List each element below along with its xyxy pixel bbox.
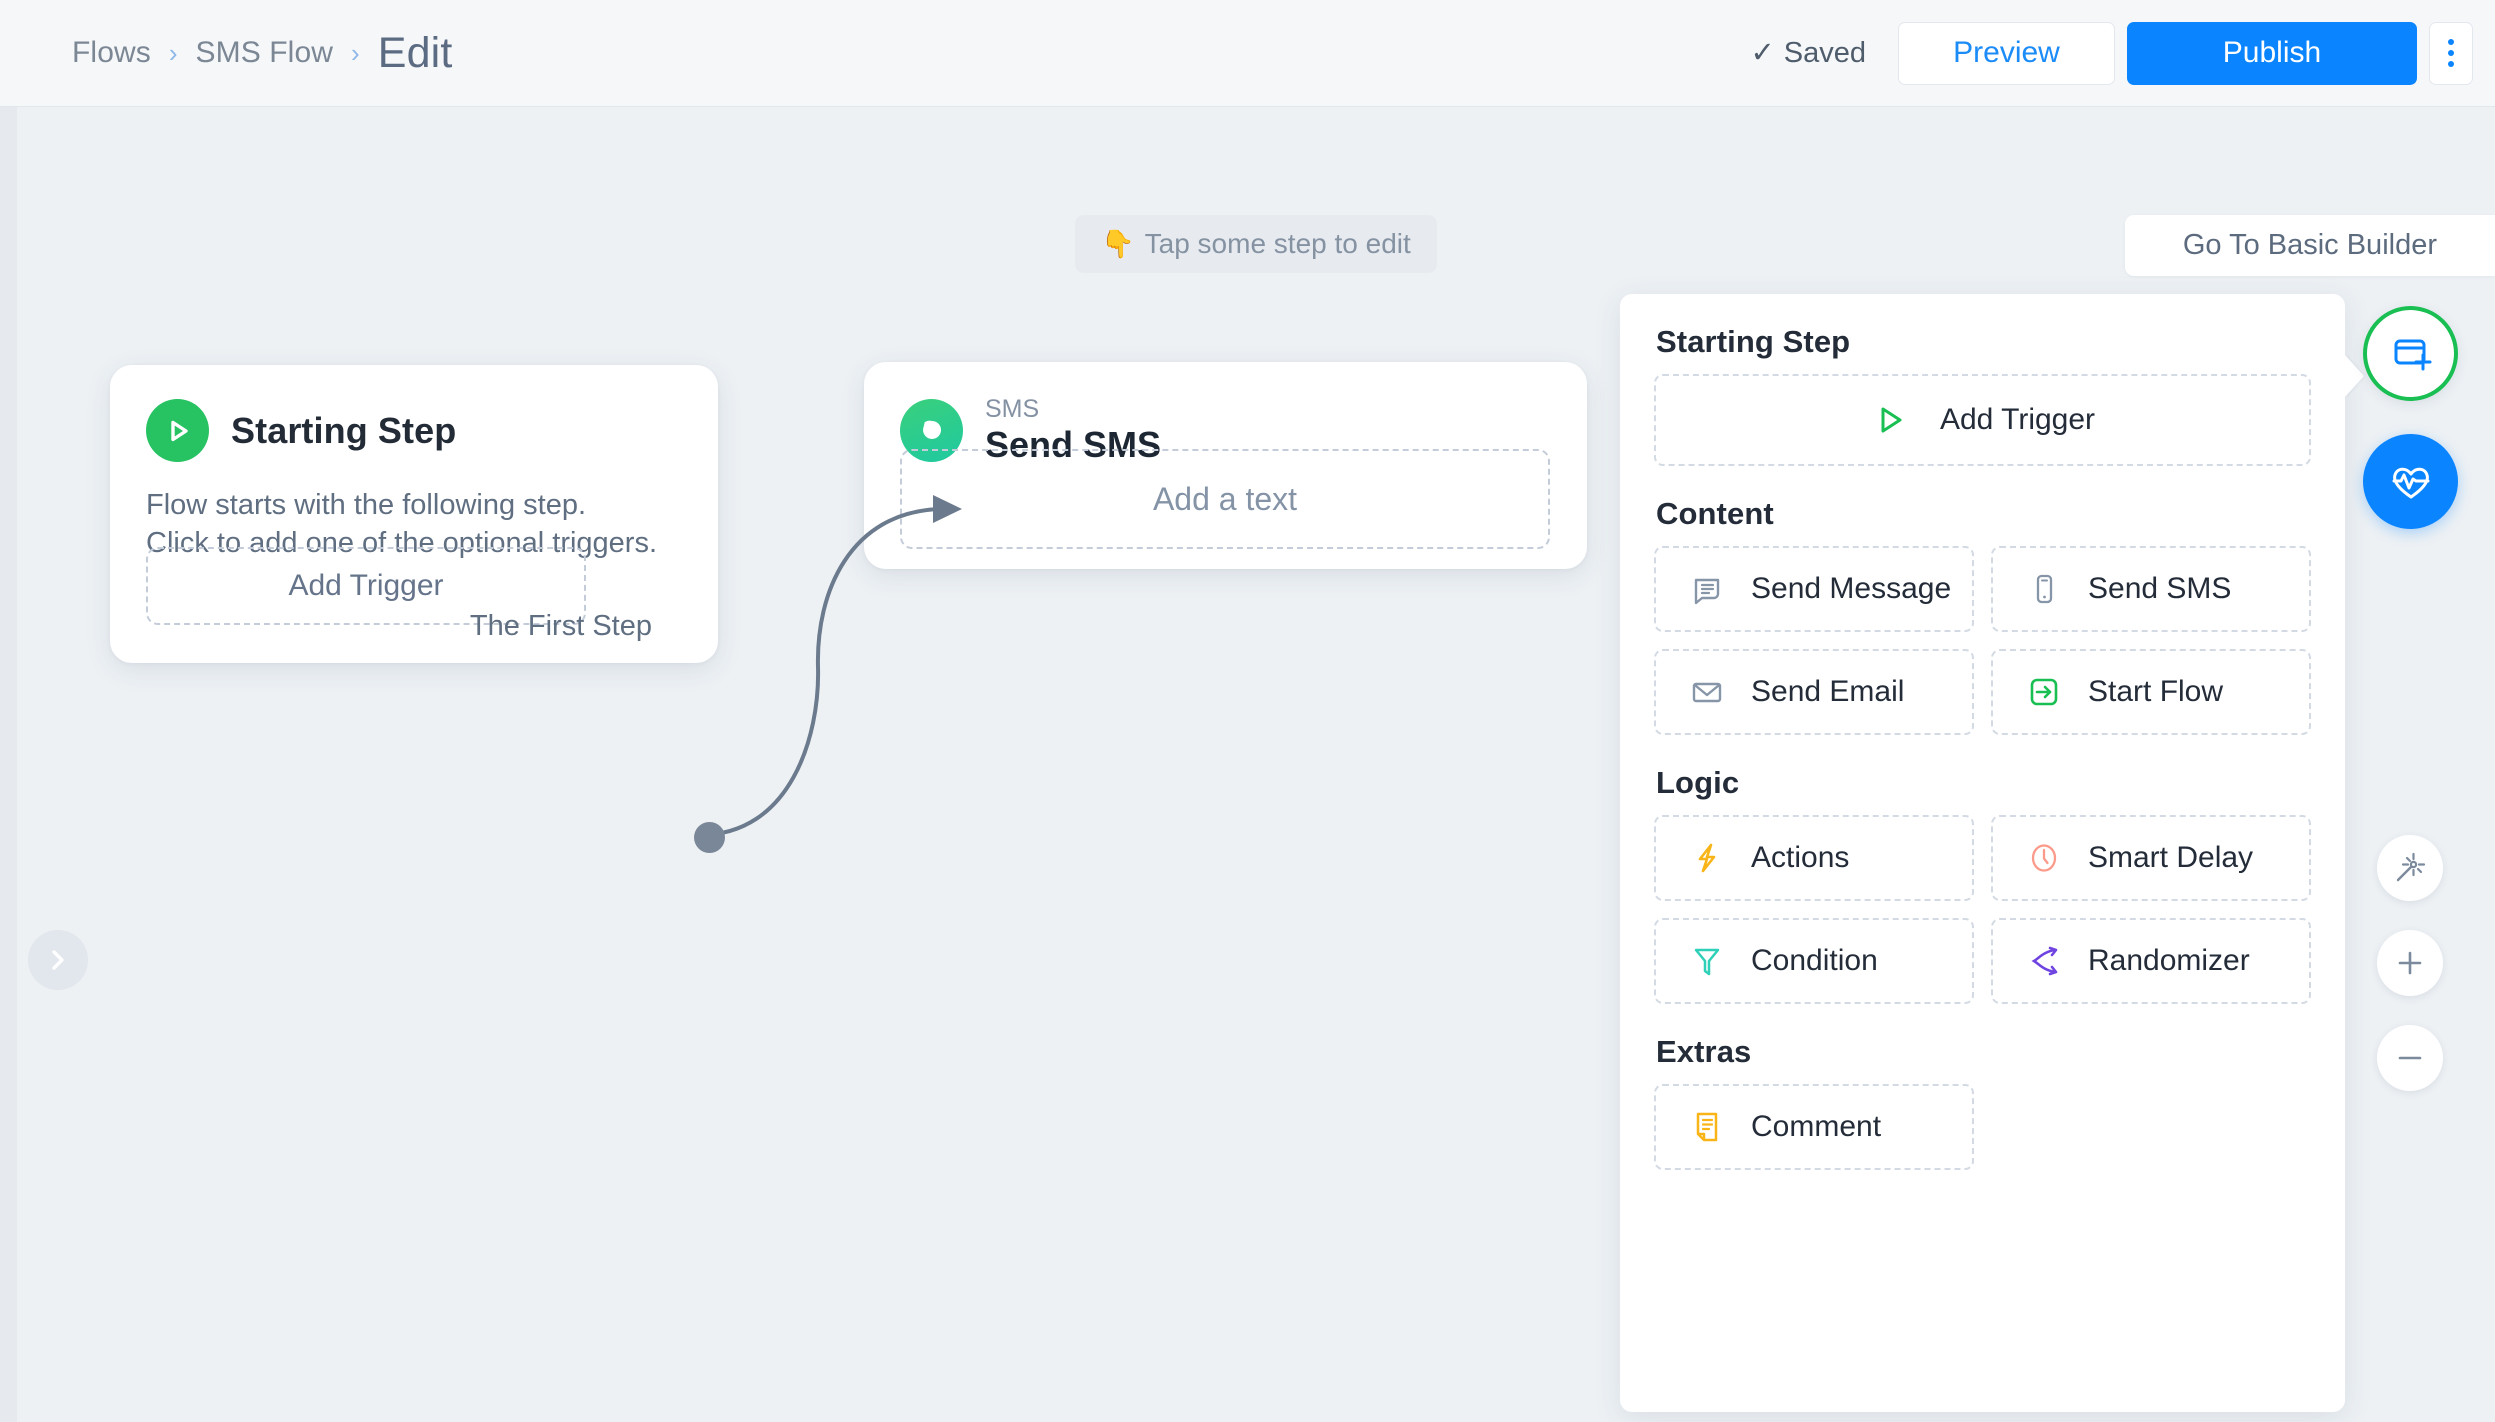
expand-sidebar-button[interactable]: [28, 930, 88, 990]
panel-item-label: Start Flow: [2088, 675, 2224, 708]
kebab-dot-icon: [2448, 39, 2454, 45]
arrow-into-box-icon: [2024, 672, 2064, 712]
window-plus-icon: [2394, 339, 2431, 370]
saved-status: ✓ Saved: [1750, 37, 1866, 70]
panel-item-smart-delay[interactable]: Smart Delay: [1991, 815, 2311, 901]
envelope-icon: [1687, 672, 1727, 712]
lightning-bolt-icon: [1687, 838, 1727, 878]
connector-output-dot[interactable]: [694, 822, 725, 853]
breadcrumb: Flows › SMS Flow › Edit: [72, 29, 453, 78]
clock-icon: [2024, 838, 2064, 878]
saved-label: Saved: [1783, 36, 1866, 69]
panel-item-randomizer[interactable]: Randomizer: [1991, 918, 2311, 1004]
branch-icon: [2024, 941, 2064, 981]
play-outline-icon: [1870, 400, 1910, 440]
panel-extras-grid: Comment: [1654, 1084, 2311, 1170]
panel-pointer-notch: [2344, 354, 2364, 398]
auto-arrange-button[interactable]: [2377, 835, 2443, 901]
flow-canvas[interactable]: 👇 Tap some step to edit Go To Basic Buil…: [0, 107, 2495, 1422]
panel-item-label: Randomizer: [2088, 944, 2250, 977]
magic-wand-icon: [2396, 852, 2426, 882]
heartbeat-icon: [2392, 467, 2429, 498]
panel-item-label: Send SMS: [2088, 572, 2232, 605]
starting-step-title: Starting Step: [231, 409, 457, 451]
panel-item-label: Comment: [1751, 1110, 1882, 1143]
hint-text: Tap some step to edit: [1144, 228, 1411, 259]
breadcrumb-separator: ›: [168, 38, 178, 68]
note-icon: [1687, 1107, 1727, 1147]
go-to-basic-builder-button[interactable]: Go To Basic Builder: [2124, 215, 2495, 276]
hint-pill: 👇 Tap some step to edit: [1075, 215, 1437, 273]
first-step-output-label: The First Step: [469, 610, 652, 642]
plus-icon: [2398, 951, 2422, 975]
panel-item-label: Add Trigger: [1939, 403, 2096, 436]
starting-step-description-line1: Flow starts with the following step.: [146, 489, 587, 521]
panel-item-comment[interactable]: Comment: [1654, 1084, 1974, 1170]
panel-item-label: Condition: [1751, 944, 1878, 977]
publish-button[interactable]: Publish: [2127, 21, 2417, 85]
panel-section-title: Logic: [1656, 765, 1740, 800]
panel-item-label: Actions: [1751, 841, 1850, 874]
header-actions: ✓ Saved Preview Publish: [1750, 21, 2495, 85]
minus-icon: [2398, 1056, 2422, 1060]
panel-section-logic: Logic Actions Smart Delay Condition Rand…: [1654, 765, 2311, 1004]
panel-section-title: Extras: [1656, 1034, 1752, 1069]
add-step-button[interactable]: [2363, 306, 2458, 401]
left-edge-strip: [0, 107, 17, 1422]
chevron-right-icon: [52, 950, 64, 970]
phone-icon: [2024, 569, 2064, 609]
zoom-in-button[interactable]: [2377, 930, 2443, 996]
pointing-down-icon: 👇: [1101, 228, 1135, 259]
starting-step-header: Starting Step: [110, 365, 718, 462]
panel-item-label: Send Email: [1751, 675, 1905, 708]
panel-item-condition[interactable]: Condition: [1654, 918, 1974, 1004]
send-sms-eyebrow: SMS: [985, 395, 1040, 423]
panel-item-add-trigger[interactable]: Add Trigger: [1654, 374, 2311, 466]
panel-item-send-sms[interactable]: Send SMS: [1991, 546, 2311, 632]
panel-section-starting-step: Starting Step Add Trigger: [1654, 324, 2311, 466]
panel-grid-spacer: [1991, 1084, 2311, 1170]
more-options-button[interactable]: [2429, 21, 2473, 85]
panel-section-content: Content Send Message Send SMS Send Email…: [1654, 496, 2311, 735]
panel-item-start-flow[interactable]: Start Flow: [1991, 649, 2311, 735]
page-title: Edit: [377, 28, 453, 77]
add-a-text-button[interactable]: Add a text: [900, 449, 1550, 549]
panel-item-send-email[interactable]: Send Email: [1654, 649, 1974, 735]
play-circle-icon: [146, 399, 209, 462]
funnel-icon: [1687, 941, 1727, 981]
zoom-out-button[interactable]: [2377, 1025, 2443, 1091]
panel-content-grid: Send Message Send SMS Send Email Start F…: [1654, 546, 2311, 735]
breadcrumb-separator: ›: [351, 38, 360, 68]
app-header: Flows › SMS Flow › Edit ✓ Saved Preview …: [0, 0, 2495, 107]
send-sms-node[interactable]: SMS Send SMS Add a text: [864, 362, 1587, 569]
starting-step-node[interactable]: Starting Step Flow starts with the follo…: [110, 365, 718, 663]
kebab-dot-icon: [2448, 50, 2454, 56]
panel-section-title: Starting Step: [1656, 324, 1851, 359]
kebab-dot-icon: [2448, 61, 2454, 67]
breadcrumb-item-flows[interactable]: Flows: [72, 36, 151, 70]
panel-section-extras: Extras Comment: [1654, 1034, 2311, 1170]
chat-lines-icon: [1687, 569, 1727, 609]
step-library-panel: Starting Step Add Trigger Content Send M…: [1620, 294, 2364, 1412]
panel-item-label: Send Message: [1751, 572, 1952, 605]
panel-logic-grid: Actions Smart Delay Condition Randomizer: [1654, 815, 2311, 1004]
preview-button[interactable]: Preview: [1898, 21, 2115, 85]
panel-item-send-message[interactable]: Send Message: [1654, 546, 1974, 632]
flow-builder-page: Flows › SMS Flow › Edit ✓ Saved Preview …: [0, 0, 2495, 1422]
check-icon: ✓: [1750, 36, 1775, 69]
panel-item-actions[interactable]: Actions: [1654, 815, 1974, 901]
panel-item-label: Smart Delay: [2088, 841, 2254, 874]
breadcrumb-item-sms-flow[interactable]: SMS Flow: [196, 36, 334, 70]
flow-health-button[interactable]: [2363, 434, 2458, 529]
panel-section-title: Content: [1656, 496, 1774, 531]
